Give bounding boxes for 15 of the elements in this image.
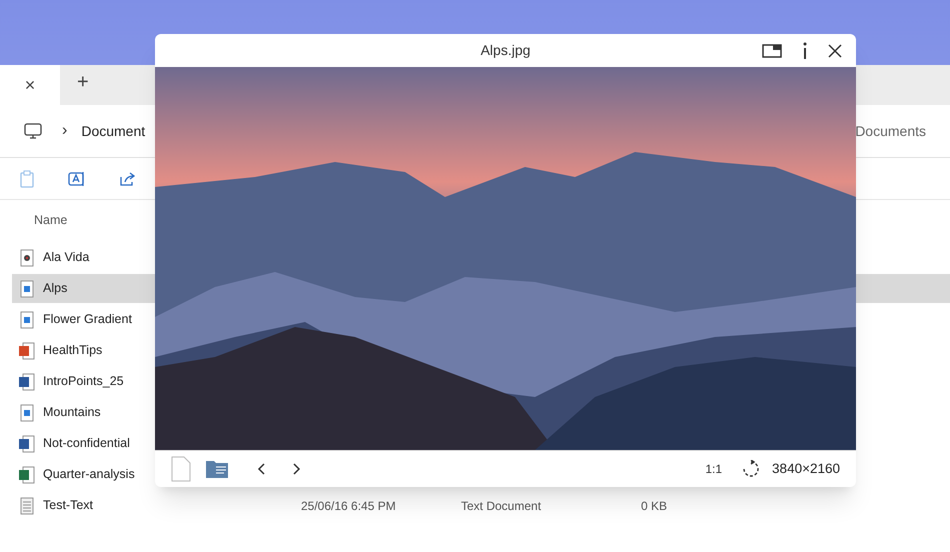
image-dimensions: 3840×2160 bbox=[772, 460, 840, 478]
file-name: Test-Text bbox=[43, 497, 94, 514]
file-name: Quarter-analysis bbox=[43, 466, 135, 484]
window-title: Alps.jpg bbox=[480, 41, 530, 60]
file-name: Not-confidential bbox=[43, 435, 130, 452]
file-date: 25/06/16 6:45 PM bbox=[301, 498, 397, 514]
file-type: Text Document bbox=[461, 498, 542, 514]
file-name: IntroPoints_25 bbox=[43, 373, 124, 390]
breadcrumb-separator: › bbox=[62, 121, 68, 141]
file-size: 0 KB bbox=[641, 498, 668, 514]
file-name: Ala Vida bbox=[43, 249, 90, 266]
file-name: Flower Gradient bbox=[43, 311, 132, 328]
file-name: HealthTips bbox=[43, 342, 102, 360]
file-name: Alps bbox=[43, 280, 68, 298]
file-name: Mountains bbox=[43, 404, 101, 422]
